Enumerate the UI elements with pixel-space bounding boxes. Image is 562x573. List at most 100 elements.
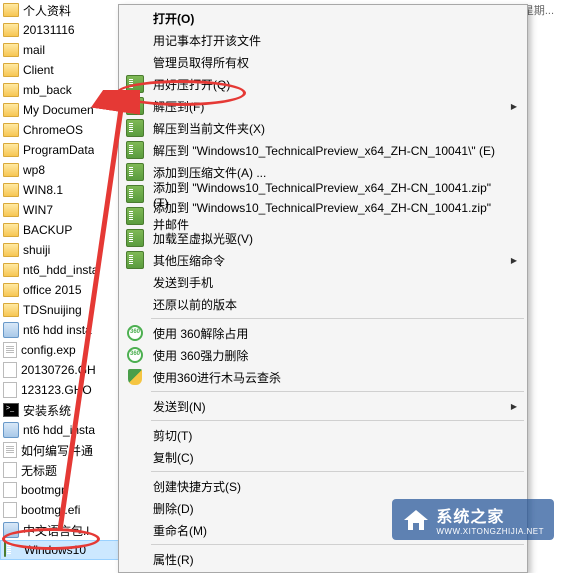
menu-separator [151,318,524,319]
menu-extract-to[interactable]: 解压到(F) [121,95,525,117]
folder-icon [3,283,19,297]
file-item[interactable]: 中文语言包.l [0,520,130,540]
file-item[interactable]: nt6_hdd_insta [0,260,130,280]
file-item[interactable]: WIN7 [0,200,130,220]
file-item[interactable]: 无标题 [0,460,130,480]
menu-admin-ownership[interactable]: 管理员取得所有权 [121,51,525,73]
menu-other-compress[interactable]: 其他压缩命令 [121,249,525,271]
file-item[interactable]: 20130726.GH [0,360,130,380]
zip-icon [126,141,144,159]
file-item[interactable]: config.exp [0,340,130,360]
menu-haozip-open[interactable]: 用好压打开(Q) [121,73,525,95]
context-menu: 打开(O) 用记事本打开该文件 管理员取得所有权 用好压打开(Q) 解压到(F)… [118,4,528,573]
ghost-icon [3,362,17,378]
file-item[interactable]: mail [0,40,130,60]
file-label: 123123.GHO [21,383,92,397]
360-icon [127,325,143,341]
menu-create-shortcut[interactable]: 创建快捷方式(S) [121,475,525,497]
folder-icon [3,263,19,277]
cmd-icon [3,403,19,417]
menu-360-force-delete[interactable]: 使用 360强力删除 [121,344,525,366]
file-label: mail [23,43,45,57]
folder-icon [3,303,19,317]
folder-icon [3,63,19,77]
file-label: nt6 hdd insta [23,323,92,337]
zip-icon [4,542,20,558]
file-item[interactable]: My Documen [0,100,130,120]
file-label: mb_back [23,83,72,97]
exe-icon [3,322,19,338]
file-label: 个人资料 [23,2,71,19]
file-item[interactable]: TDSnuijing [0,300,130,320]
file-item[interactable]: ProgramData [0,140,130,160]
file-item[interactable]: 如何编写并通 [0,440,130,460]
file-item[interactable]: 20131116 [0,20,130,40]
file-item[interactable]: shuiji [0,240,130,260]
menu-separator [151,391,524,392]
menu-send-phone[interactable]: 发送到手机 [121,271,525,293]
ghost-icon [3,382,17,398]
file-label: 20131116 [23,23,75,37]
file-label: Client [23,63,54,77]
watermark: 系统之家 WWW.XITONGZHIJIA.NET [392,499,554,540]
folder-icon [3,143,19,157]
file-item[interactable]: wp8 [0,160,130,180]
menu-separator [151,420,524,421]
folder-icon [3,203,19,217]
folder-icon [3,23,19,37]
zip-icon [126,97,144,115]
file-label: ProgramData [23,143,94,157]
file-label: nt6 hdd_insta [23,423,95,437]
folder-icon [3,3,19,17]
file-item[interactable]: Client [0,60,130,80]
file-label: 20130726.GH [21,363,96,377]
menu-360-scan[interactable]: 使用360进行木马云查杀 [121,366,525,388]
file-label: TDSnuijing [23,303,82,317]
file-label: 中文语言包.l [23,522,89,539]
file-item[interactable]: 123123.GHO [0,380,130,400]
folder-icon [3,183,19,197]
file-label: WIN7 [23,203,53,217]
file-item[interactable]: BACKUP [0,220,130,240]
folder-icon [3,243,19,257]
file-item[interactable]: nt6 hdd insta [0,320,130,340]
shield-icon [128,369,142,385]
file-item[interactable]: bootmgr.efi [0,500,130,520]
file-label: ChromeOS [23,123,83,137]
file-item[interactable]: Windows10 [0,540,130,560]
folder-icon [3,163,19,177]
menu-cut[interactable]: 剪切(T) [121,424,525,446]
file-item[interactable]: nt6 hdd_insta [0,420,130,440]
file-item[interactable]: 安装系统 [0,400,130,420]
folder-icon [3,43,19,57]
file-list: 个人资料 20131116 mail Client mb_back My Documen C… [0,0,130,560]
folder-icon [3,103,19,117]
file-label: bootmgr.efi [21,503,80,517]
file-label: 安装系统 [23,402,71,419]
file-label: Windows10 [24,543,86,557]
watermark-title: 系统之家 [436,503,544,527]
file-item[interactable]: bootmgr [0,480,130,500]
file-item[interactable]: WIN8.1 [0,180,130,200]
menu-properties[interactable]: 属性(R) [121,548,525,570]
menu-virtual-drive[interactable]: 加载至虚拟光驱(V) [121,227,525,249]
file-item[interactable]: ChromeOS [0,120,130,140]
folder-icon [3,83,19,97]
menu-copy[interactable]: 复制(C) [121,446,525,468]
menu-360-unlock[interactable]: 使用 360解除占用 [121,322,525,344]
file-item[interactable]: mb_back [0,80,130,100]
file-label: office 2015 [23,283,82,297]
menu-extract-folder[interactable]: 解压到 "Windows10_TechnicalPreview_x64_ZH-C… [121,139,525,161]
menu-send-to[interactable]: 发送到(N) [121,395,525,417]
menu-extract-here[interactable]: 解压到当前文件夹(X) [121,117,525,139]
menu-open-notepad[interactable]: 用记事本打开该文件 [121,29,525,51]
menu-separator [151,544,524,545]
folder-icon [3,123,19,137]
menu-restore-version[interactable]: 还原以前的版本 [121,293,525,315]
file-item[interactable]: 个人资料 [0,0,130,20]
file-item[interactable]: office 2015 [0,280,130,300]
file-label: nt6_hdd_insta [23,263,98,277]
file-label: shuiji [23,243,50,257]
menu-add-mail[interactable]: 添加到 "Windows10_TechnicalPreview_x64_ZH-C… [121,205,525,227]
menu-open[interactable]: 打开(O) [121,7,525,29]
